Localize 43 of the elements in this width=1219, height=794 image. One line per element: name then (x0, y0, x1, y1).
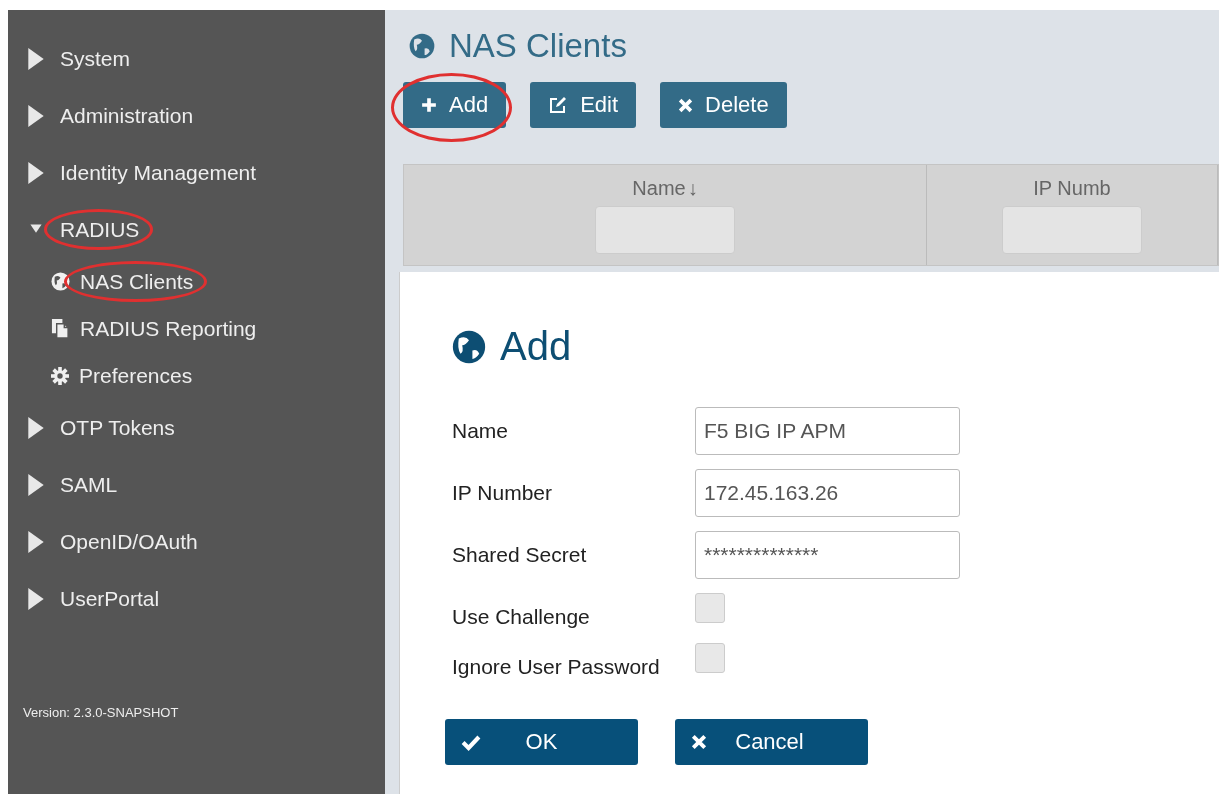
field-label: Use Challenge (452, 605, 591, 629)
input-field[interactable]: F5 BIG IP APM (695, 407, 960, 455)
column-header[interactable]: Name↓ (632, 177, 698, 200)
dialog-title: Add (500, 324, 572, 369)
column-header[interactable]: IP Numb (1033, 177, 1111, 200)
nav-item[interactable]: UserPortal (25, 570, 385, 627)
checkbox[interactable] (695, 593, 725, 623)
toolbar-button[interactable]: Delete (660, 82, 787, 128)
field-label: IP Number (452, 481, 553, 505)
dialog-button[interactable]: Cancel (675, 719, 868, 765)
globe-icon (452, 329, 486, 364)
field-label: Shared Secret (452, 543, 588, 567)
version-text: Version: 2.3.0-SNAPSHOT (23, 705, 180, 720)
input-field[interactable]: 172.45.163.26 (695, 469, 960, 517)
gear-icon (51, 366, 69, 385)
document-icon (51, 318, 70, 339)
nav-subitem[interactable]: RADIUS Reporting (25, 305, 385, 352)
nav-item[interactable]: Identity Management (25, 144, 385, 201)
filter-field[interactable] (1002, 206, 1142, 254)
nav-item[interactable]: RADIUS (25, 201, 385, 258)
nav-item[interactable]: OpenID/OAuth (25, 513, 385, 570)
checkbox[interactable] (695, 643, 725, 673)
globe-icon (51, 272, 70, 291)
toolbar-button[interactable]: Add (403, 82, 507, 128)
nav-subitem[interactable]: Preferences (25, 352, 385, 399)
edit-icon (548, 95, 569, 115)
globe-icon (409, 33, 435, 59)
nav-item[interactable]: Administration (25, 87, 385, 144)
input-field[interactable]: ************** (695, 531, 960, 579)
plus-icon (421, 97, 437, 113)
page-title: NAS Clients (449, 27, 627, 65)
nav-subitem[interactable]: NAS Clients (25, 258, 385, 305)
dialog-button[interactable]: OK (445, 719, 638, 765)
check-icon (461, 733, 481, 751)
toolbar-button[interactable]: Edit (530, 82, 637, 128)
field-label: Ignore User Password (452, 655, 661, 679)
nav-item[interactable]: SAML (25, 456, 385, 513)
close-icon (678, 97, 694, 113)
nav-item[interactable]: OTP Tokens (25, 399, 385, 456)
close-icon (691, 734, 707, 750)
nav-item[interactable]: System (25, 30, 385, 87)
field-label: Name (452, 419, 510, 443)
filter-field[interactable] (595, 206, 735, 254)
